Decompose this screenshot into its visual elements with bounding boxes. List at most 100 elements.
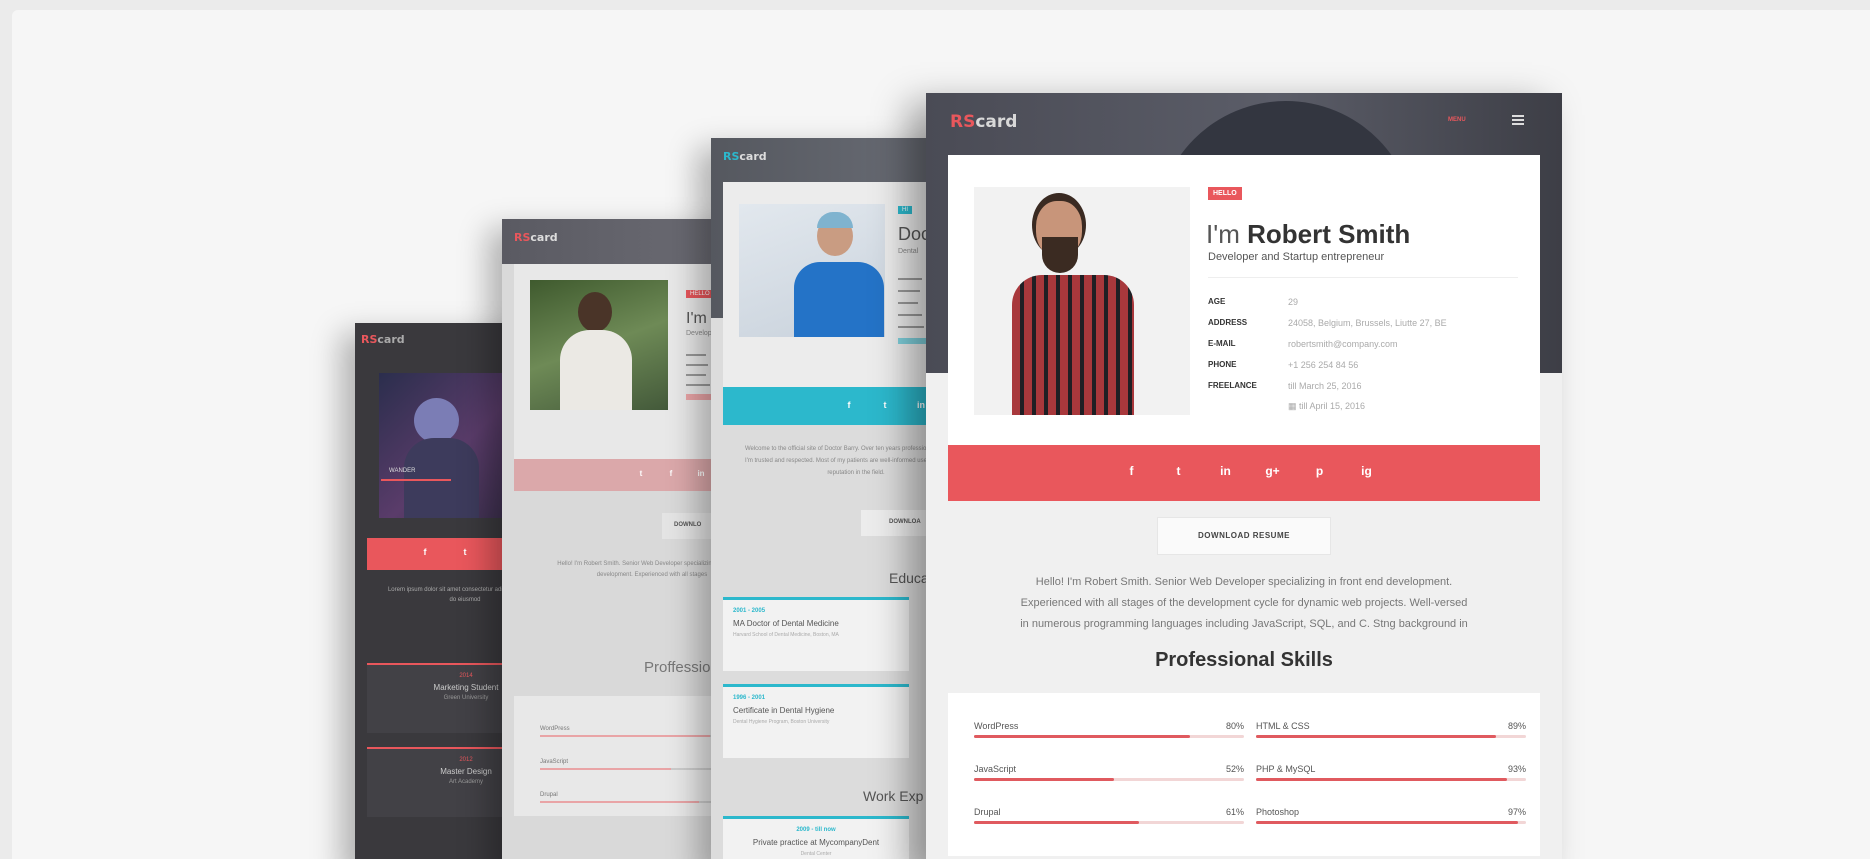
info-list: AGE 29 ADDRESS 24058, Belgium, Brussels, Li… [1208, 291, 1447, 417]
education-desc: Harvard School of Dental Medicine, Bosto… [733, 632, 839, 638]
hi-tag: HI [898, 206, 912, 214]
skill-label: WordPress 80% [974, 721, 1244, 731]
profile-photo [974, 187, 1190, 415]
skill-percent: 61% [1225, 807, 1244, 817]
info-value: till March 25, 2016 [1288, 380, 1362, 391]
card-logo[interactable]: RScard [950, 112, 1017, 132]
info-row: ▦ till April 15, 2016 [1208, 396, 1447, 417]
skill-name: JavaScript [974, 764, 1017, 774]
profile-box: HELLO I'm Robert Smith Developer and Sta… [948, 155, 1540, 445]
education-item: 1996 - 2001 Certificate in Dental Hygiene… [723, 684, 909, 758]
bio-line: in numerous programming languages includ… [1020, 618, 1468, 630]
skill-percent: 97% [1507, 807, 1526, 817]
role: Developer and Startup entrepreneur [1208, 251, 1385, 263]
skill-bar-fill [974, 778, 1115, 781]
info-value: robertsmith@company.com [1288, 338, 1398, 349]
facebook-icon[interactable]: f [1108, 464, 1155, 478]
education-title: Certificate in Dental Hygiene [733, 706, 835, 715]
education-desc: Dental Hygiene Program, Boston Universit… [733, 719, 830, 725]
education-years: 1996 - 2001 [733, 695, 766, 701]
template-card-front: RScard MENU HELLO I'm Robert Smith Devel… [926, 93, 1562, 859]
facebook-icon[interactable]: t [626, 469, 656, 478]
role: Develop [686, 330, 712, 337]
info-key: AGE [1208, 297, 1226, 306]
skill-name: WordPress [540, 726, 570, 732]
info-value: ▦ till April 15, 2016 [1288, 401, 1366, 411]
card-logo: RScard [514, 231, 558, 244]
profile-photo [739, 204, 885, 337]
twitter-icon[interactable]: t [1155, 464, 1202, 478]
skill-label: PHP & MySQL 93% [1256, 764, 1526, 774]
skill-name: HTML & CSS [1256, 721, 1310, 731]
skill-label: HTML & CSS 89% [1256, 721, 1526, 731]
skill-percent: 52% [1225, 764, 1244, 774]
skill-row: HTML & CSS 89% [1256, 721, 1526, 738]
skill-bar-fill [974, 735, 1190, 738]
instagram-icon[interactable]: ig [1343, 464, 1390, 478]
google-plus-icon[interactable]: g+ [1249, 464, 1296, 478]
skill-bar [1256, 778, 1526, 781]
card-logo: RScard [361, 333, 405, 346]
skill-bar-fill [1256, 735, 1497, 738]
skills-title: Professional Skills [1155, 649, 1333, 671]
education-title: MA Doctor of Dental Medicine [733, 619, 839, 628]
social-bar: f t in g+ p ig [948, 445, 1540, 501]
skill-row: Drupal 61% [974, 807, 1244, 824]
skill-bar-fill [1256, 778, 1508, 781]
facebook-icon[interactable]: f [831, 400, 867, 410]
profile-photo [379, 373, 519, 518]
skill-bar-fill [540, 801, 699, 803]
info-lines [686, 354, 712, 400]
name-heading: I'm Robert Smith [1206, 219, 1411, 249]
skill-label: Photoshop 97% [1256, 807, 1526, 817]
divider [1208, 277, 1518, 278]
twitter-icon[interactable]: f [656, 469, 686, 478]
audio-label: WANDER [389, 468, 416, 474]
info-value: +1 256 254 84 56 [1288, 359, 1359, 370]
work-desc: Dental Center [800, 851, 832, 857]
skill-name: Photoshop [1256, 807, 1300, 817]
info-row: E-MAIL robertsmith@company.com [1208, 333, 1447, 354]
info-row: FREELANCE till March 25, 2016 [1208, 375, 1447, 396]
skill-bar-fill [540, 768, 672, 770]
profile-photo [530, 280, 668, 410]
skill-row: JavaScript 52% [974, 764, 1244, 781]
skill-bar [1256, 735, 1526, 738]
info-row: AGE 29 [1208, 291, 1447, 312]
skill-percent: 80% [1225, 721, 1244, 731]
hello-tag: HELLO [686, 290, 714, 298]
pinterest-icon[interactable]: p [1296, 464, 1343, 478]
info-key: PHONE [1208, 360, 1237, 369]
twitter-icon[interactable]: t [445, 547, 485, 557]
linkedin-icon[interactable]: in [1202, 464, 1249, 478]
work-item: 2009 - till now Private practice at Mycom… [723, 816, 909, 859]
info-key: ADDRESS [1208, 318, 1248, 327]
skill-label: Drupal 61% [974, 807, 1244, 817]
menu-label[interactable]: MENU [1448, 117, 1466, 123]
bio-line: Hello! I'm Robert Smith. Senior Web Deve… [1035, 576, 1453, 588]
section-title: Proffessio [644, 659, 711, 676]
skill-bar-fill [1256, 821, 1518, 824]
skill-name: WordPress [974, 721, 1019, 731]
skill-bar [974, 735, 1244, 738]
facebook-icon[interactable]: f [405, 547, 445, 557]
info-lines [898, 278, 926, 344]
role: Dental [898, 248, 919, 255]
skill-name: PHP & MySQL [1256, 764, 1316, 774]
hello-tag: HELLO [1208, 187, 1242, 200]
hamburger-icon[interactable] [1512, 115, 1524, 125]
skills-panel: WordPress 80% HTML & CSS 89% JavaScript 52% PH… [948, 693, 1540, 856]
skill-label: JavaScript 52% [974, 764, 1244, 774]
skill-row: Photoshop 97% [1256, 807, 1526, 824]
skill-bar [974, 778, 1244, 781]
twitter-icon[interactable]: t [867, 400, 903, 410]
education-item: 2001 - 2005 MA Doctor of Dental Medicine H… [723, 597, 909, 671]
skill-percent: 89% [1507, 721, 1526, 731]
download-resume-button[interactable]: DOWNLOAD RESUME [1157, 517, 1331, 555]
skill-name: Drupal [974, 807, 1001, 817]
audio-progress [381, 479, 451, 481]
skill-bar-fill [540, 735, 710, 737]
bio-text: Hello! I'm Robert Smith. Senior Web Deve… [948, 572, 1540, 635]
skill-name: JavaScript [540, 759, 569, 765]
skill-name: Drupal [540, 792, 558, 798]
